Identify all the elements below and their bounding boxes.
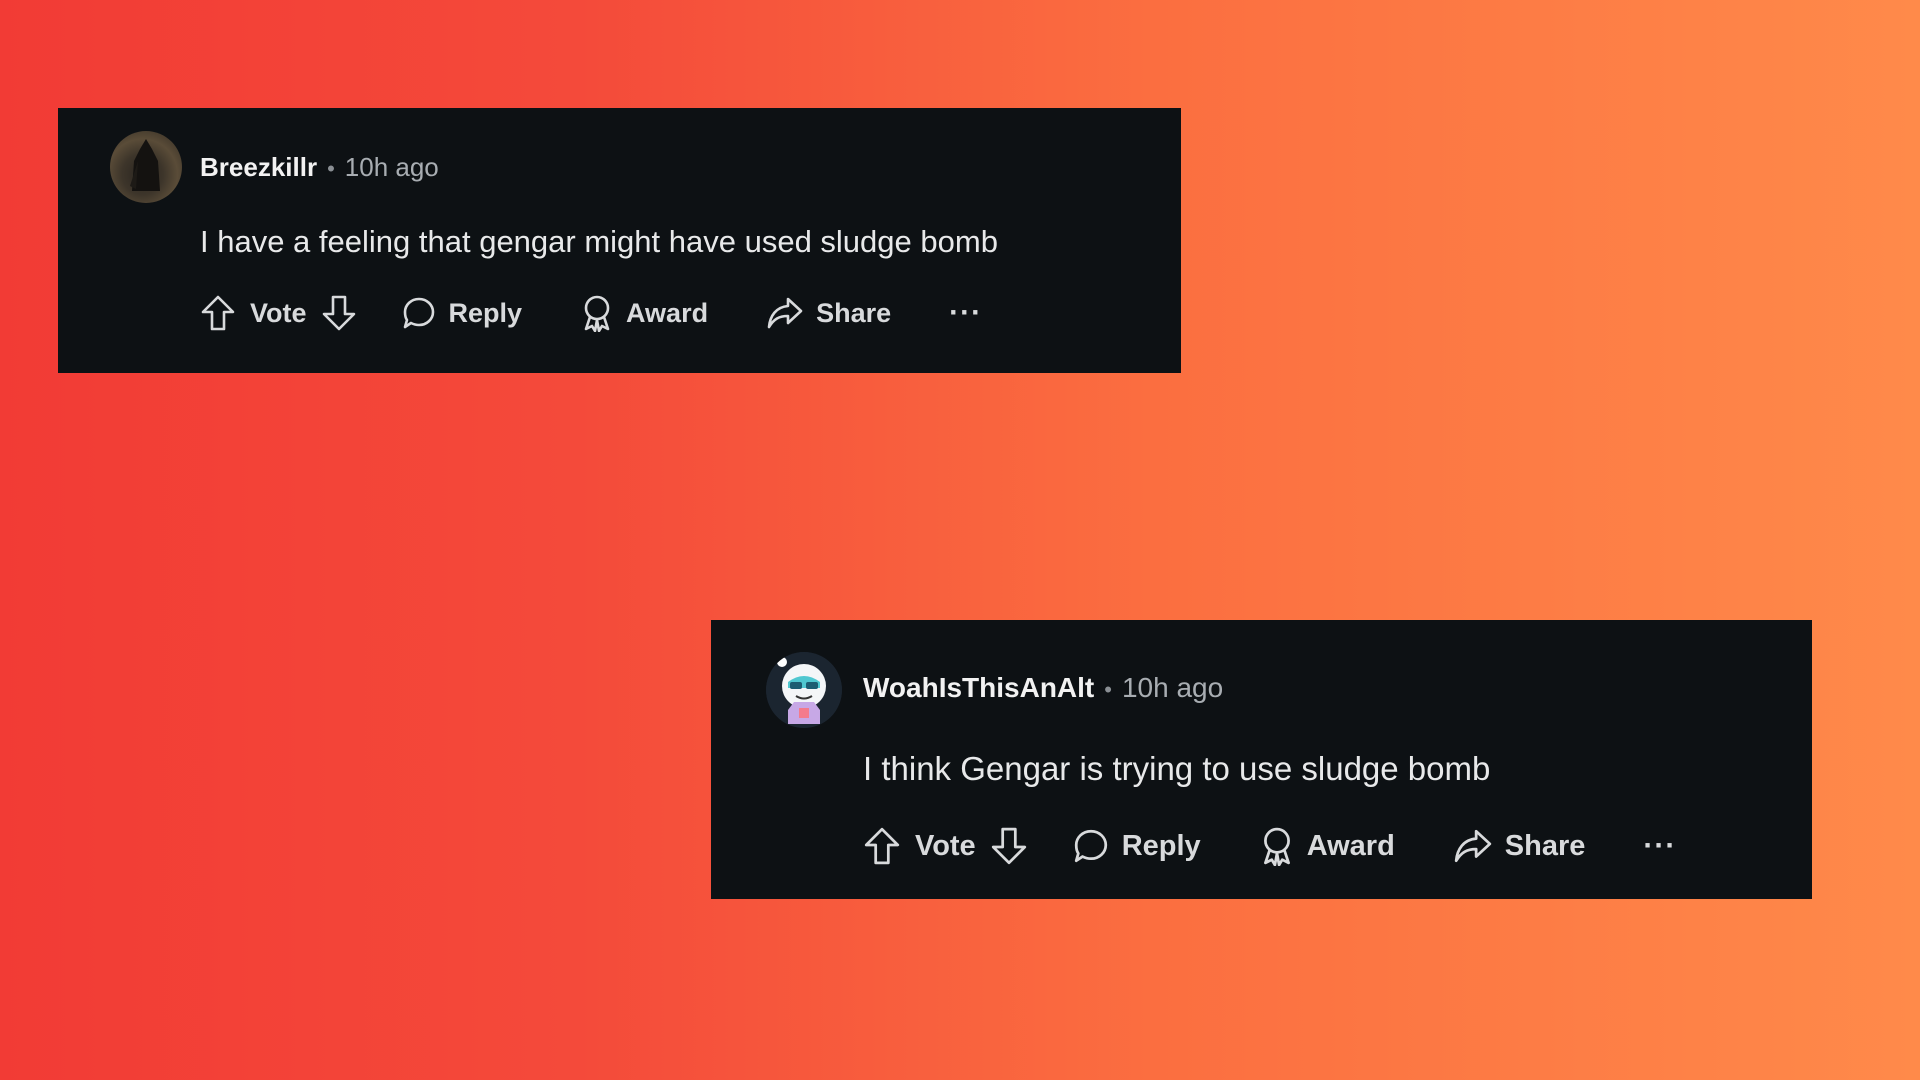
share-button[interactable]: Share bbox=[766, 296, 891, 330]
comment-actions: Vote Reply Award Share ··· bbox=[200, 288, 982, 338]
more-options-button[interactable]: ··· bbox=[1643, 829, 1676, 863]
upvote-button[interactable] bbox=[863, 826, 901, 866]
separator-dot: • bbox=[1104, 677, 1112, 702]
vote-group: Vote bbox=[863, 826, 1028, 866]
downvote-icon bbox=[322, 295, 355, 331]
vote-label: Vote bbox=[250, 297, 307, 328]
award-icon bbox=[1263, 827, 1290, 866]
reply-label: Reply bbox=[448, 297, 523, 328]
award-button[interactable]: Award bbox=[580, 294, 708, 332]
award-label: Award bbox=[626, 297, 709, 328]
upvote-icon bbox=[864, 827, 900, 865]
award-icon bbox=[584, 295, 610, 332]
award-button[interactable]: Award bbox=[1259, 826, 1395, 866]
comment-body: I think Gengar is trying to use sludge b… bbox=[863, 750, 1491, 787]
reply-label: Reply bbox=[1121, 829, 1201, 862]
reply-icon bbox=[1074, 829, 1107, 863]
username[interactable]: Breezkillr bbox=[200, 152, 317, 183]
comment-body: I have a feeling that gengar might have … bbox=[200, 224, 998, 259]
upvote-button[interactable] bbox=[200, 294, 236, 332]
share-label: Share bbox=[816, 297, 892, 328]
separator-dot: • bbox=[327, 156, 335, 181]
upvote-icon bbox=[201, 295, 235, 331]
vote-label: Vote bbox=[915, 829, 976, 862]
reply-button[interactable]: Reply bbox=[1072, 827, 1201, 865]
more-icon: ··· bbox=[949, 296, 983, 329]
avatar[interactable] bbox=[766, 652, 842, 728]
reply-icon bbox=[403, 297, 434, 329]
comment-card: WoahIsThisAnAlt • 10h ago I think Gengar… bbox=[711, 620, 1812, 899]
share-button[interactable]: Share bbox=[1453, 828, 1586, 864]
share-icon bbox=[1454, 829, 1492, 863]
username[interactable]: WoahIsThisAnAlt bbox=[863, 672, 1094, 704]
more-options-button[interactable]: ··· bbox=[949, 296, 982, 330]
avatar[interactable] bbox=[110, 131, 182, 203]
downvote-icon bbox=[991, 827, 1026, 865]
comment-card: Breezkillr • 10h ago I have a feeling th… bbox=[58, 108, 1181, 373]
vote-group: Vote bbox=[200, 294, 357, 332]
timestamp[interactable]: 10h ago bbox=[345, 152, 439, 183]
timestamp[interactable]: 10h ago bbox=[1122, 672, 1223, 704]
downvote-button[interactable] bbox=[990, 826, 1028, 866]
more-icon: ··· bbox=[1643, 829, 1677, 862]
comment-meta: WoahIsThisAnAlt • 10h ago bbox=[863, 672, 1223, 704]
reply-button[interactable]: Reply bbox=[401, 295, 523, 331]
award-label: Award bbox=[1306, 829, 1395, 862]
share-label: Share bbox=[1504, 829, 1586, 862]
comment-meta: Breezkillr • 10h ago bbox=[200, 152, 439, 183]
downvote-button[interactable] bbox=[321, 294, 357, 332]
comment-actions: Vote Reply Award Share ··· bbox=[863, 820, 1676, 872]
share-icon bbox=[767, 297, 803, 329]
